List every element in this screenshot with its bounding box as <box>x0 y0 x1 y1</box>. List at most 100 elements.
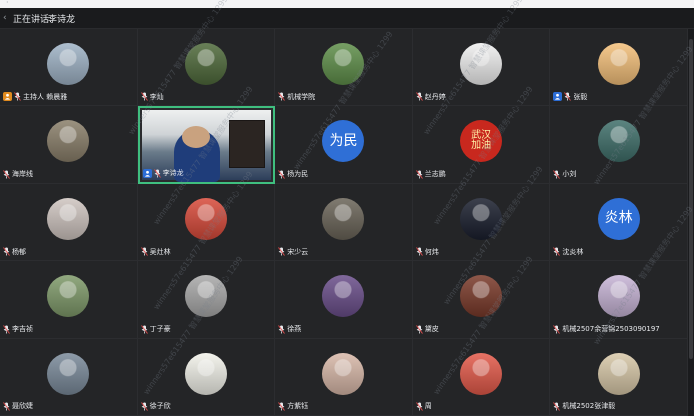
participant-name: 主持人 赖晨雅 <box>23 92 68 101</box>
participant-name-bar: 李诗龙 <box>142 168 184 179</box>
mic-muted-icon <box>415 247 423 256</box>
participant-tile[interactable]: 徐子欣 <box>137 338 276 416</box>
participant-name: 兰志鹏 <box>424 170 446 179</box>
user-badge-icon <box>142 168 152 178</box>
scrollbar-thumb[interactable] <box>689 39 693 359</box>
participant-tile[interactable]: 主持人 赖晨雅 <box>0 29 138 107</box>
participant-name: 方紫钰 <box>287 402 309 411</box>
participant-name-bar: 兰志鹏 <box>415 169 446 180</box>
participant-tile[interactable]: 炎林 沈炎林 <box>550 183 688 262</box>
mic-muted-icon <box>278 92 286 102</box>
avatar-image <box>184 352 227 395</box>
avatar-image <box>460 352 503 395</box>
participant-tile[interactable]: 机械2507余营锦2503090197 <box>550 261 688 339</box>
avatar-image <box>47 275 90 318</box>
participant-name-bar: 海岸线 <box>3 169 33 180</box>
participant-name-bar: 方紫钰 <box>278 401 308 412</box>
participant-tile[interactable]: 张毅 <box>550 29 688 107</box>
participant-name-bar: 周 <box>415 401 432 412</box>
speaking-name: 李诗龙 <box>48 15 76 25</box>
avatar-image <box>184 275 227 318</box>
participant-tile[interactable]: 杨郁 <box>0 183 138 262</box>
anime-photo-icon <box>597 275 640 318</box>
scrollbar[interactable] <box>688 29 694 416</box>
mic-muted-icon <box>278 247 286 256</box>
participant-name-bar: 机械2507余营锦2503090197 <box>553 324 660 335</box>
participant-tile[interactable]: 为民 杨为民 <box>275 106 413 184</box>
participant-tile[interactable]: 李诗龙 <box>137 106 276 184</box>
participant-name-bar: 小刘 <box>553 169 576 180</box>
avatar-image <box>597 120 640 163</box>
city-night-photo-icon <box>460 197 503 240</box>
participant-name-bar: 赵丹婷 <box>415 91 446 102</box>
participant-name: 宋少云 <box>287 247 309 256</box>
participant-tile[interactable]: 黛皮 <box>412 261 551 339</box>
participant-name: 赵丹婷 <box>424 92 446 101</box>
participant-name-bar: 宋少云 <box>278 246 308 257</box>
participant-tile[interactable]: 聂欣婕 <box>0 338 138 416</box>
face-shape <box>181 126 210 149</box>
participant-name: 聂欣婕 <box>12 402 33 411</box>
mic-muted-icon <box>278 402 286 411</box>
mic-muted-icon <box>415 324 423 334</box>
participant-grid: 主持人 赖晨雅 李灿 机械学院 赵丹婷 张毅 海岸线 李诗龙 为民 杨为民 武汉 加油 兰志鹏 小刘杨… <box>0 29 688 416</box>
participant-name-bar: 机械2502张津毅 <box>553 401 615 412</box>
collapse-arrow-icon[interactable]: ‹ <box>3 13 7 23</box>
participant-tile[interactable]: 宋少云 <box>275 183 413 262</box>
participant-name: 张毅 <box>573 92 588 101</box>
participant-name: 李灿 <box>149 92 164 101</box>
cartoon-photo-2-icon <box>460 352 503 395</box>
avatar-text: 炎林 <box>597 197 640 240</box>
avatar-image <box>460 43 503 85</box>
participant-tile[interactable]: 李灿 <box>137 29 276 107</box>
participant-name-bar: 杨为民 <box>278 169 308 180</box>
person-portrait-icon <box>47 43 90 85</box>
participant-tile[interactable]: 海岸线 <box>0 106 138 184</box>
avatar-image <box>322 197 365 240</box>
mic-muted-icon <box>140 92 148 102</box>
family-photo-icon <box>47 275 90 318</box>
participant-name-bar: 吴灶林 <box>140 246 171 257</box>
avatar-image <box>597 275 640 318</box>
participant-tile[interactable]: 李吉祯 <box>0 261 138 339</box>
mic-muted-icon <box>140 402 148 411</box>
participant-tile[interactable]: 小刘 <box>550 106 688 184</box>
participant-tile[interactable]: 机械2502张津毅 <box>550 338 688 416</box>
participant-tile[interactable]: 何炜 <box>412 183 551 262</box>
sunset-photo-icon <box>322 275 365 318</box>
avatar-image <box>460 197 503 240</box>
mic-muted-icon <box>3 247 10 256</box>
participant-tile[interactable]: 机械学院 <box>275 29 413 107</box>
participant-tile[interactable]: 吴灶林 <box>137 183 276 262</box>
flowers-photo-icon <box>184 197 227 240</box>
avatar-image <box>322 352 365 395</box>
participant-name: 机械2502张津毅 <box>562 402 616 411</box>
mic-muted-icon <box>3 402 10 411</box>
mic-muted-icon <box>553 247 561 256</box>
participant-name-bar: 徐子欣 <box>140 401 171 412</box>
participant-tile[interactable]: 武汉 加油 兰志鹏 <box>412 106 551 184</box>
mic-muted-icon <box>415 92 423 102</box>
cat-illustration-icon <box>597 43 640 85</box>
participant-name: 机械2507余营锦2503090197 <box>562 325 660 334</box>
participant-tile[interactable]: 周 <box>412 338 551 416</box>
person-photo-icon <box>597 352 640 395</box>
mic-muted-icon <box>553 402 561 411</box>
avatar-image <box>184 197 227 240</box>
mic-muted-icon <box>278 324 286 334</box>
participant-name: 吴灶林 <box>149 247 171 256</box>
mic-muted-icon <box>3 324 10 334</box>
participant-name: 李吉祯 <box>12 325 33 334</box>
participant-tile[interactable]: 丁子豪 <box>137 261 276 339</box>
participant-tile[interactable]: 徐燕 <box>275 261 413 339</box>
participant-name-bar: 丁子豪 <box>140 324 171 335</box>
participant-tile[interactable]: 赵丹婷 <box>412 29 551 107</box>
participant-tile[interactable]: 方紫钰 <box>275 338 413 416</box>
mic-muted-icon <box>415 170 423 179</box>
cat-photo-icon <box>460 43 503 85</box>
participant-name-bar: 张毅 <box>553 91 587 102</box>
participant-name-bar: 主持人 赖晨雅 <box>3 91 67 102</box>
participant-name-bar: 徐燕 <box>278 324 301 335</box>
mic-muted-icon <box>415 402 423 411</box>
participant-name: 杨为民 <box>287 170 309 179</box>
